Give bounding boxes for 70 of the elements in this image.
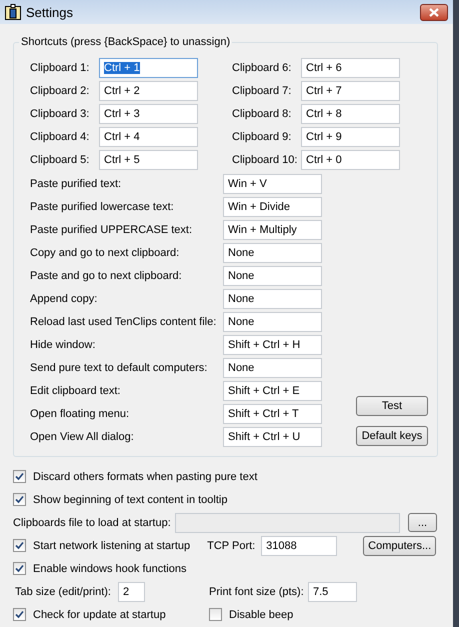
field-label: Edit clipboard text: xyxy=(30,384,122,396)
shortcut-field[interactable]: Ctrl + 5 xyxy=(99,150,198,170)
check-icon xyxy=(15,610,24,619)
field-label: Append copy: xyxy=(30,292,98,304)
shortcut-field[interactable]: Ctrl + 3 xyxy=(99,104,198,124)
field-label: Open View All dialog: xyxy=(30,430,135,442)
default-keys-button[interactable]: Default keys xyxy=(356,426,428,446)
field-label: Clipboards file to load at startup: xyxy=(13,516,172,528)
font-size-field[interactable]: 7.5 xyxy=(308,582,357,602)
computers-button[interactable]: Computers... xyxy=(363,536,436,556)
shortcut-field[interactable]: None xyxy=(223,358,322,378)
field-label: Paste purified lowercase text: xyxy=(30,200,175,212)
shortcut-field[interactable]: Win + V xyxy=(223,174,322,194)
shortcut-field[interactable]: Ctrl + 6 xyxy=(301,58,400,78)
field-label: Clipboard 1: xyxy=(30,62,90,74)
check-icon xyxy=(15,495,24,504)
app-icon xyxy=(5,4,21,20)
field-label: Paste purified UPPERCASE text: xyxy=(30,224,194,236)
shortcut-field[interactable]: Ctrl + 8 xyxy=(301,104,400,124)
field-label: Clipboard 8: xyxy=(232,108,292,120)
shortcut-field[interactable]: Win + Divide xyxy=(223,196,322,216)
shortcut-field[interactable]: Shift + Ctrl + E xyxy=(223,380,322,400)
close-icon xyxy=(429,8,439,16)
check-icon xyxy=(15,472,24,481)
field-label: Tab size (edit/print): xyxy=(15,586,112,598)
group-title: Shortcuts (press {BackSpace} to unassign) xyxy=(20,36,232,48)
field-label: Clipboard 3: xyxy=(30,108,90,120)
field-label: Clipboard 7: xyxy=(232,84,292,96)
shortcut-field[interactable]: Shift + Ctrl + U xyxy=(223,426,322,446)
field-label: Clipboard 6: xyxy=(232,62,292,74)
shortcut-field[interactable]: None xyxy=(223,288,322,308)
checkbox[interactable]: Show beginning of text content in tooltip xyxy=(13,493,228,506)
shortcut-field[interactable]: Shift + Ctrl + H xyxy=(223,334,322,354)
field-label: Clipboard 9: xyxy=(232,130,292,142)
shortcut-field[interactable]: Ctrl + 0 xyxy=(301,150,400,170)
field-label: Paste and go to next clipboard: xyxy=(30,270,183,282)
shortcut-field[interactable]: Ctrl + 4 xyxy=(99,126,198,146)
shortcut-field[interactable]: None xyxy=(223,266,322,286)
field-label: Print font size (pts): xyxy=(209,586,305,598)
field-label: Copy and go to next clipboard: xyxy=(30,246,180,258)
check-icon xyxy=(15,564,24,573)
check-icon xyxy=(15,541,24,550)
shortcut-field[interactable]: None xyxy=(223,242,322,262)
checkbox[interactable]: Enable windows hook functions xyxy=(13,562,186,575)
shortcut-field[interactable]: Win + Multiply xyxy=(223,220,322,240)
checkbox[interactable]: Start network listening at startup xyxy=(13,539,190,552)
close-button[interactable] xyxy=(420,4,448,20)
checkbox[interactable]: Discard others formats when pasting pure text xyxy=(13,470,258,483)
field-label: TCP Port: xyxy=(207,540,256,552)
checkbox[interactable]: Check for update at startup xyxy=(13,608,166,621)
window-title: Settings xyxy=(26,4,74,20)
field-label: Open floating menu: xyxy=(30,408,130,420)
field-label: Clipboard 10: xyxy=(232,154,298,166)
shortcut-field[interactable]: None xyxy=(223,312,322,332)
field-label: Clipboard 4: xyxy=(30,130,90,142)
field-label: Send pure text to default computers: xyxy=(30,362,208,374)
shortcut-field[interactable]: Ctrl + 2 xyxy=(99,80,198,100)
tab-size-field[interactable]: 2 xyxy=(118,582,145,602)
shortcut-field[interactable]: Ctrl + 9 xyxy=(301,126,400,146)
field-label: Hide window: xyxy=(30,338,96,350)
shortcut-field[interactable]: Ctrl + 1 xyxy=(99,58,198,78)
shortcut-field[interactable]: Shift + Ctrl + T xyxy=(223,404,322,424)
field-label: Clipboard 2: xyxy=(30,84,90,96)
shortcut-field[interactable]: Ctrl + 7 xyxy=(301,80,400,100)
field-label: Clipboard 5: xyxy=(30,154,90,166)
field-label: Paste purified text: xyxy=(30,178,122,190)
checkbox[interactable]: Disable beep xyxy=(209,608,294,621)
port-field[interactable]: 31088 xyxy=(261,536,338,556)
field-label: Reload last used TenClips content file: xyxy=(30,316,218,328)
test-button[interactable]: Test xyxy=(356,396,428,416)
